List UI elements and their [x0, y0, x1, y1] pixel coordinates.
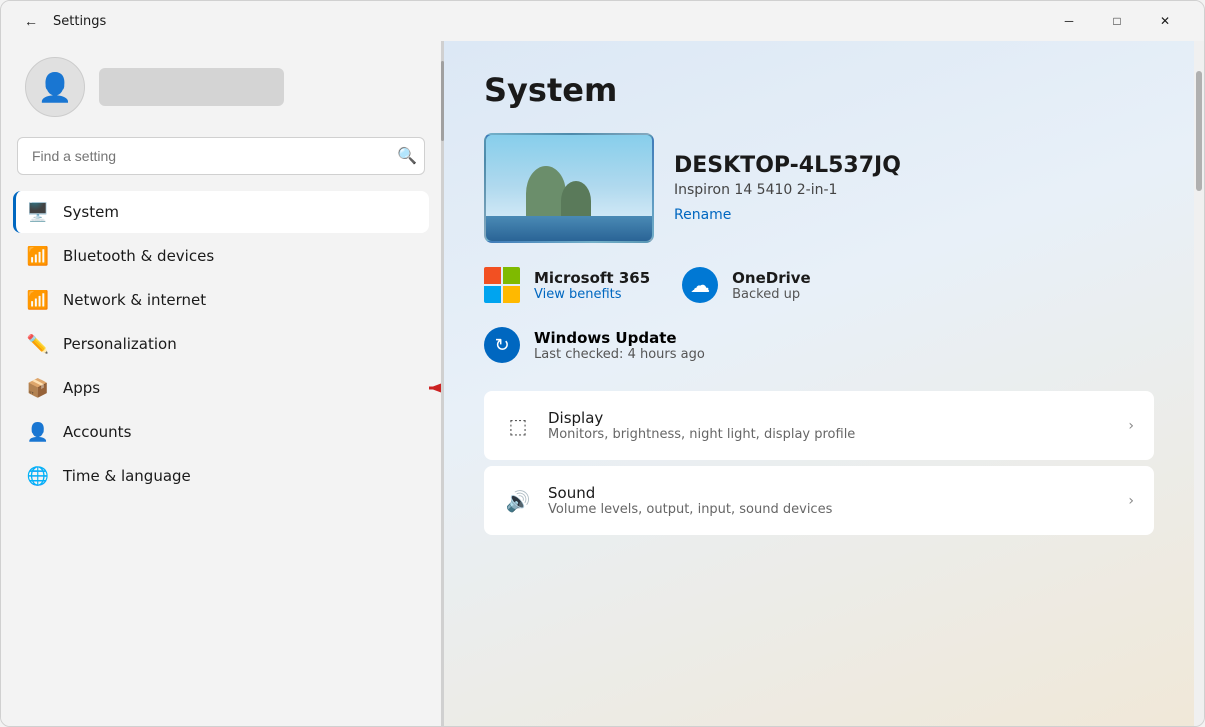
settings-window: ← Settings ─ □ ✕ 👤: [0, 0, 1205, 727]
sidebar-item-label: Personalization: [63, 335, 177, 353]
display-subtitle: Monitors, brightness, night light, displ…: [548, 427, 855, 442]
device-name: DESKTOP-4L537JQ: [674, 153, 901, 178]
windows-update-row: ↻ Windows Update Last checked: 4 hours a…: [484, 327, 1154, 363]
main-content: 👤 🔍 🖥️ System: [1, 41, 1204, 726]
ms-q3: [484, 286, 501, 303]
microsoft365-icon: [484, 267, 520, 303]
ms-q4: [503, 286, 520, 303]
sidebar-item-label: Apps: [63, 379, 100, 397]
settings-item-text: Sound Volume levels, output, input, soun…: [548, 484, 832, 517]
search-box: 🔍: [17, 137, 425, 175]
time-icon: 🌐: [27, 465, 49, 487]
sidebar-item-label: Bluetooth & devices: [63, 247, 214, 265]
chevron-right-icon: ›: [1128, 418, 1134, 434]
cloud-icon: ☁: [690, 273, 710, 297]
settings-item-text: Display Monitors, brightness, night ligh…: [548, 409, 855, 442]
titlebar-controls: ─ □ ✕: [1046, 5, 1188, 37]
sidebar-item-network[interactable]: 📶 Network & internet: [13, 279, 429, 321]
right-panel-scrollbar-thumb: [1196, 71, 1202, 191]
personalization-icon: ✏️: [27, 333, 49, 355]
device-card: DESKTOP-4L537JQ Inspiron 14 5410 2-in-1 …: [484, 133, 1154, 243]
system-icon: 🖥️: [27, 201, 49, 223]
rename-link[interactable]: Rename: [674, 207, 731, 223]
sidebar-item-label: System: [63, 203, 119, 221]
username-bar: [99, 68, 284, 106]
sound-icon: 🔊: [504, 487, 532, 515]
sidebar-item-label: Accounts: [63, 423, 131, 441]
titlebar-nav: ← Settings: [17, 7, 106, 35]
minimize-button[interactable]: ─: [1046, 5, 1092, 37]
page-title: System: [484, 71, 1154, 109]
sidebar-item-bluetooth[interactable]: 📶 Bluetooth & devices: [13, 235, 429, 277]
accounts-icon: 👤: [27, 421, 49, 443]
settings-list: ⬚ Display Monitors, brightness, night li…: [484, 391, 1154, 535]
onedrive-icon: ☁: [682, 267, 718, 303]
nav-list: 🖥️ System 📶 Bluetooth & devices 📶 Networ…: [13, 191, 429, 497]
device-thumbnail-image: [486, 135, 652, 241]
chevron-right-icon: ›: [1128, 493, 1134, 509]
close-button[interactable]: ✕: [1142, 5, 1188, 37]
info-cards: Microsoft 365 View benefits ☁ OneDrive B…: [484, 267, 1154, 303]
device-model: Inspiron 14 5410 2-in-1: [674, 182, 901, 198]
network-icon: 📶: [27, 289, 49, 311]
refresh-icon: ↻: [494, 335, 509, 356]
device-thumbnail: [484, 133, 654, 243]
windows-update-title: Windows Update: [534, 329, 705, 347]
bluetooth-icon: 📶: [27, 245, 49, 267]
sidebar-item-personalization[interactable]: ✏️ Personalization: [13, 323, 429, 365]
display-icon: ⬚: [504, 412, 532, 440]
settings-item-sound[interactable]: 🔊 Sound Volume levels, output, input, so…: [484, 466, 1154, 535]
sidebar-container: 👤 🔍 🖥️ System: [1, 41, 444, 726]
onedrive-title: OneDrive: [732, 269, 811, 287]
ms-q2: [503, 267, 520, 284]
sidebar-item-apps[interactable]: 📦 Apps: [13, 367, 429, 409]
sidebar-item-label: Time & language: [63, 467, 191, 485]
apps-icon: 📦: [27, 377, 49, 399]
onedrive-subtitle: Backed up: [732, 287, 811, 302]
microsoft365-subtitle[interactable]: View benefits: [534, 287, 650, 302]
settings-item-left: ⬚ Display Monitors, brightness, night li…: [504, 409, 855, 442]
sidebar: 👤 🔍 🖥️ System: [1, 41, 441, 726]
person-icon: 👤: [38, 71, 73, 104]
search-input[interactable]: [17, 137, 425, 175]
sidebar-item-accounts[interactable]: 👤 Accounts: [13, 411, 429, 453]
device-info: DESKTOP-4L537JQ Inspiron 14 5410 2-in-1 …: [674, 153, 901, 223]
maximize-button[interactable]: □: [1094, 5, 1140, 37]
microsoft365-title: Microsoft 365: [534, 269, 650, 287]
search-icon: 🔍: [397, 146, 417, 166]
windows-update-icon: ↻: [484, 327, 520, 363]
sound-subtitle: Volume levels, output, input, sound devi…: [548, 502, 832, 517]
rock1: [526, 166, 566, 221]
windows-update-subtitle: Last checked: 4 hours ago: [534, 347, 705, 362]
ms-q1: [484, 267, 501, 284]
settings-item-left: 🔊 Sound Volume levels, output, input, so…: [504, 484, 832, 517]
microsoft365-text: Microsoft 365 View benefits: [534, 269, 650, 302]
search-icon-button[interactable]: 🔍: [397, 146, 417, 166]
back-button[interactable]: ←: [17, 7, 45, 35]
sidebar-item-system[interactable]: 🖥️ System: [13, 191, 429, 233]
settings-item-display[interactable]: ⬚ Display Monitors, brightness, night li…: [484, 391, 1154, 460]
sidebar-item-time[interactable]: 🌐 Time & language: [13, 455, 429, 497]
avatar: 👤: [25, 57, 85, 117]
onedrive-card: ☁ OneDrive Backed up: [682, 267, 811, 303]
titlebar: ← Settings ─ □ ✕: [1, 1, 1204, 41]
microsoft365-card: Microsoft 365 View benefits: [484, 267, 650, 303]
onedrive-text: OneDrive Backed up: [732, 269, 811, 302]
display-title: Display: [548, 409, 855, 427]
rock2: [561, 181, 591, 221]
windows-update-text: Windows Update Last checked: 4 hours ago: [534, 329, 705, 362]
titlebar-title: Settings: [53, 14, 106, 29]
sound-title: Sound: [548, 484, 832, 502]
apps-arrow-annotation: [419, 370, 441, 406]
user-profile: 👤: [13, 41, 429, 137]
right-panel: System DESKTOP-4L537JQ Inspiron 14 5410 …: [444, 41, 1194, 726]
water: [486, 216, 652, 241]
right-panel-scrollbar[interactable]: [1194, 41, 1204, 726]
sidebar-item-label: Network & internet: [63, 291, 206, 309]
